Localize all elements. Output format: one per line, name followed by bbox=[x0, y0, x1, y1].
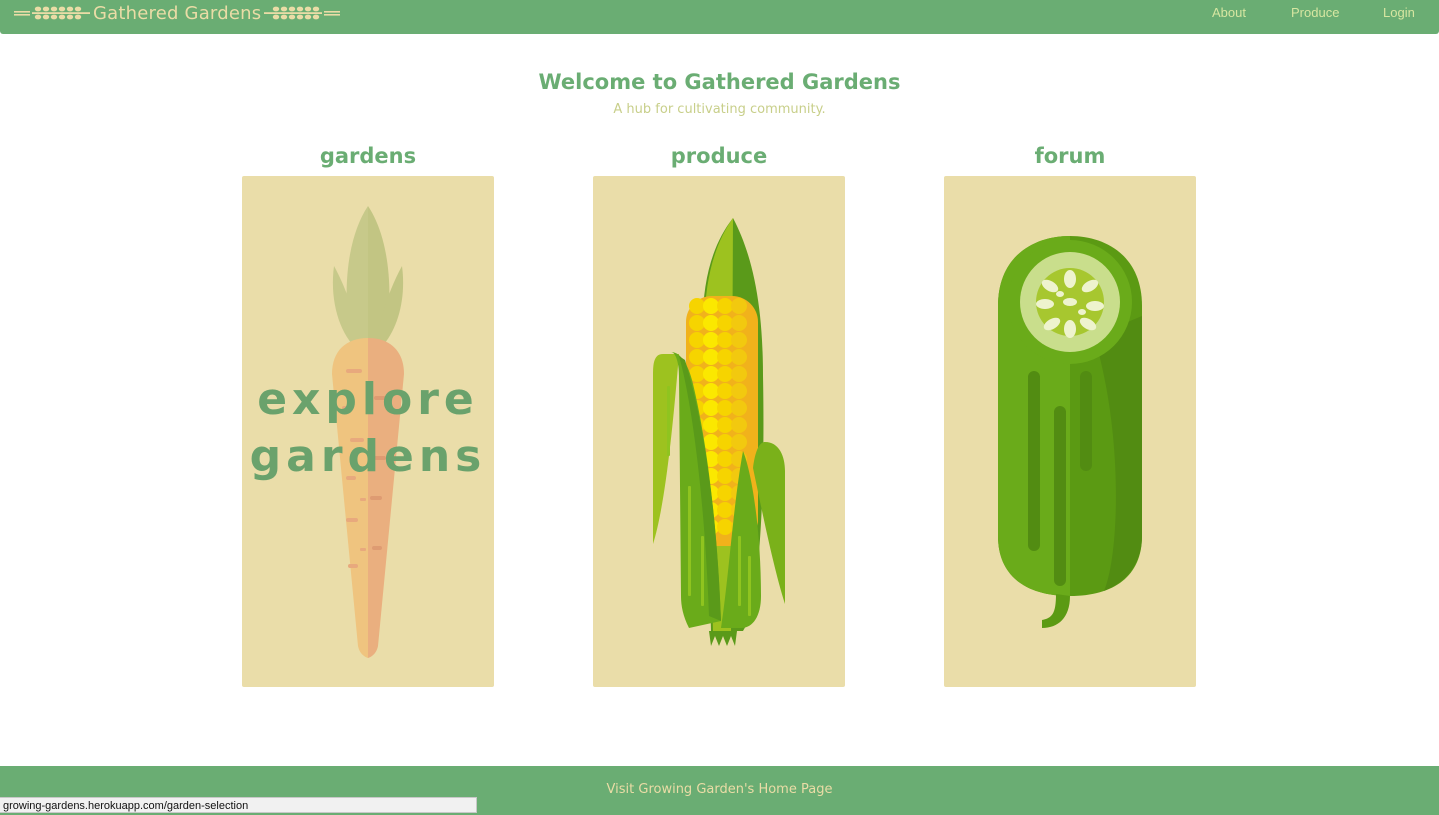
brand-logo[interactable]: Gathered Gardens bbox=[14, 0, 341, 26]
corn-kernel bbox=[703, 383, 719, 399]
gardens-card[interactable]: explore gardens bbox=[242, 176, 494, 687]
corn-kernel bbox=[717, 349, 733, 365]
corn-kernel bbox=[703, 366, 719, 382]
overlay-line-2: gardens bbox=[249, 431, 487, 482]
corn-kernel bbox=[717, 451, 733, 467]
corn-kernel bbox=[717, 332, 733, 348]
corn-kernel bbox=[703, 434, 719, 450]
corn-kernel bbox=[689, 315, 705, 331]
explore-gardens-overlay[interactable]: explore gardens bbox=[242, 371, 494, 485]
corn-kernel bbox=[731, 366, 747, 382]
corn-kernel bbox=[731, 349, 747, 365]
browser-status-bar: growing-gardens.herokuapp.com/garden-sel… bbox=[0, 797, 477, 813]
corn-kernel bbox=[689, 332, 705, 348]
corn-kernel bbox=[717, 366, 733, 382]
home-page-link[interactable]: Visit Growing Garden's Home Page bbox=[0, 782, 1439, 797]
cucumber-icon bbox=[998, 236, 1142, 628]
wheat-left-icon bbox=[14, 6, 90, 20]
nav-login-link[interactable]: Login bbox=[1383, 5, 1415, 20]
corn-icon bbox=[653, 218, 785, 646]
corn-kernel bbox=[717, 298, 733, 314]
page-subtitle: A hub for cultivating community. bbox=[613, 102, 826, 117]
navbar: Gathered Gardens About Produce Login bbox=[0, 0, 1439, 34]
produce-heading: produce bbox=[670, 144, 768, 168]
produce-card[interactable] bbox=[593, 176, 845, 687]
corn-kernel bbox=[717, 485, 733, 501]
corn-kernel bbox=[717, 315, 733, 331]
gardens-heading: gardens bbox=[319, 144, 417, 168]
corn-kernel bbox=[717, 400, 733, 416]
corn-kernel bbox=[703, 417, 719, 433]
overlay-line-1: explore bbox=[257, 374, 479, 425]
corn-kernel bbox=[717, 502, 733, 518]
corn-kernel bbox=[717, 383, 733, 399]
corn-kernel bbox=[731, 332, 747, 348]
corn-kernel bbox=[731, 434, 747, 450]
brand-name[interactable]: Gathered Gardens bbox=[93, 3, 261, 24]
corn-kernel bbox=[703, 315, 719, 331]
forum-heading: forum bbox=[1034, 144, 1106, 168]
produce-column: produce bbox=[593, 142, 845, 687]
corn-kernel bbox=[703, 298, 719, 314]
forum-column: forum bbox=[944, 142, 1196, 687]
corn-kernel bbox=[717, 434, 733, 450]
forum-card[interactable] bbox=[944, 176, 1196, 687]
corn-kernel bbox=[717, 417, 733, 433]
corn-kernel bbox=[703, 349, 719, 365]
gardens-column: gardens explore gardens bbox=[242, 142, 494, 687]
corn-kernel bbox=[731, 383, 747, 399]
corn-kernel bbox=[731, 298, 747, 314]
corn-kernel bbox=[731, 400, 747, 416]
corn-kernel bbox=[731, 417, 747, 433]
corn-kernel bbox=[689, 349, 705, 365]
corn-kernel bbox=[703, 332, 719, 348]
corn-kernel bbox=[717, 519, 733, 535]
nav-about-link[interactable]: About bbox=[1212, 5, 1246, 20]
corn-kernel bbox=[703, 400, 719, 416]
corn-kernel bbox=[731, 315, 747, 331]
corn-kernel bbox=[689, 298, 705, 314]
nav-produce-link[interactable]: Produce bbox=[1291, 5, 1339, 20]
wheat-right-icon bbox=[264, 6, 341, 20]
corn-kernel bbox=[717, 468, 733, 484]
page-title: Welcome to Gathered Gardens bbox=[538, 70, 901, 94]
